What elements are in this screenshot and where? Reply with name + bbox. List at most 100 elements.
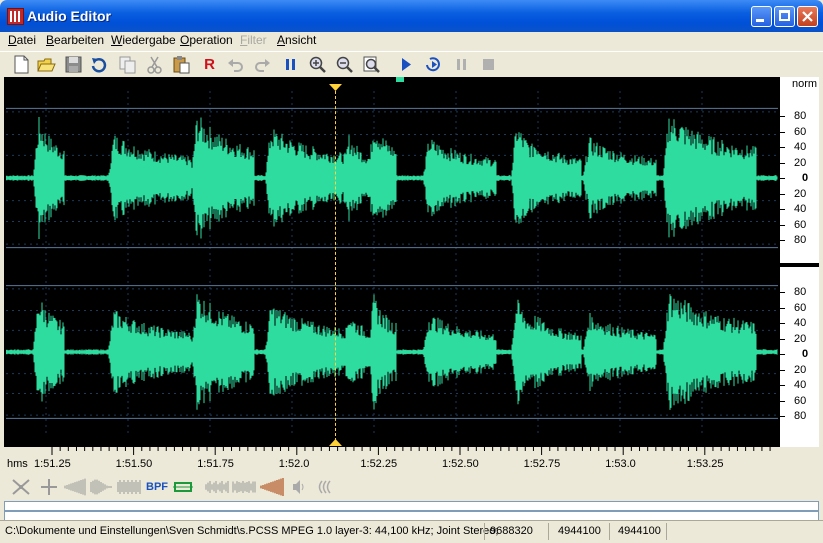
overview-strip bbox=[4, 77, 780, 83]
fade-in-icon[interactable] bbox=[64, 477, 86, 497]
effects-toolbar: BPF bbox=[0, 475, 823, 499]
scale-tick-mark bbox=[780, 323, 785, 324]
scale-unit-label: norm bbox=[792, 78, 818, 90]
zoom-in-icon[interactable] bbox=[308, 55, 327, 74]
left-scale-label: 60 bbox=[794, 218, 807, 231]
right-scale-label: 40 bbox=[794, 379, 807, 391]
channel-right[interactable] bbox=[5, 269, 778, 435]
crossfade-icon[interactable] bbox=[10, 477, 32, 497]
menu-wiedergabe[interactable]: Wiedergabe bbox=[111, 33, 176, 47]
stereo-expand-icon[interactable] bbox=[314, 477, 336, 497]
cut-icon[interactable] bbox=[145, 55, 164, 74]
status-separator bbox=[609, 523, 610, 540]
left-scale-label: 20 bbox=[794, 156, 807, 169]
amplitude-scale-right: 80 60 40 20 0 20 40 60 80 bbox=[780, 267, 819, 447]
left-scale-label: 80 bbox=[794, 110, 807, 122]
cursor-marker-bottom[interactable] bbox=[329, 439, 343, 447]
trim-selection-icon[interactable] bbox=[172, 477, 194, 497]
pause-icon[interactable] bbox=[281, 55, 300, 74]
zoom-fit-icon[interactable] bbox=[362, 55, 381, 74]
channel-left[interactable] bbox=[5, 91, 778, 265]
scale-tick-mark bbox=[780, 369, 785, 371]
menu-filter[interactable]: Filter bbox=[240, 33, 267, 47]
save-disk-icon[interactable] bbox=[64, 55, 83, 74]
amplitude-scale-left: norm 80 60 40 20 0 20 40 60 80 bbox=[780, 77, 819, 263]
pause-disabled-icon[interactable] bbox=[452, 55, 471, 74]
app-icon[interactable] bbox=[7, 8, 24, 25]
window-title: Audio Editor bbox=[27, 8, 111, 24]
right-scale-label: 0 bbox=[802, 348, 809, 360]
speaker-effect-icon[interactable] bbox=[290, 477, 308, 497]
new-file-icon[interactable] bbox=[12, 55, 31, 74]
redo-icon[interactable] bbox=[253, 55, 272, 74]
time-label: 1:51.25 bbox=[34, 458, 71, 470]
bandpass-filter-button[interactable]: BPF bbox=[146, 477, 170, 497]
scale-tick-mark bbox=[780, 116, 785, 117]
scale-tick-mark bbox=[780, 162, 785, 164]
status-file-path: C:\Dokumente und Einstellungen\Sven Schm… bbox=[5, 525, 499, 537]
status-bar: C:\Dokumente und Einstellungen\Sven Schm… bbox=[0, 520, 823, 543]
loop-play-icon[interactable] bbox=[424, 55, 443, 74]
undo-icon[interactable] bbox=[226, 55, 245, 74]
menu-datei[interactable]: Datei bbox=[8, 33, 36, 47]
paste-icon[interactable] bbox=[172, 55, 191, 74]
copy-icon[interactable] bbox=[118, 55, 137, 74]
menu-bearbeiten[interactable]: Bearbeiten bbox=[46, 33, 104, 47]
record-icon[interactable]: R bbox=[200, 55, 219, 74]
stop-icon[interactable] bbox=[479, 55, 498, 74]
scale-tick-mark bbox=[780, 354, 785, 355]
left-scale-label: 20 bbox=[794, 187, 807, 200]
playback-cursor[interactable] bbox=[335, 91, 336, 441]
maximize-button[interactable] bbox=[774, 6, 795, 27]
reverb-icon[interactable] bbox=[232, 477, 256, 497]
left-scale-label: 0 bbox=[802, 172, 809, 184]
waveform-left bbox=[5, 91, 778, 265]
right-scale-label: 80 bbox=[794, 286, 807, 298]
scale-tick-mark bbox=[780, 209, 785, 210]
scale-tick-mark bbox=[780, 338, 785, 340]
right-scale-label: 80 bbox=[794, 410, 807, 422]
waveform-path bbox=[5, 117, 778, 239]
split-marker-icon[interactable] bbox=[38, 477, 60, 497]
scale-tick-mark bbox=[780, 385, 785, 386]
reload-icon[interactable] bbox=[90, 55, 109, 74]
right-scale-label: 60 bbox=[794, 394, 807, 407]
time-label: 1:53.0 bbox=[605, 458, 636, 470]
status-position-1: 4944100 bbox=[558, 525, 601, 537]
scale-tick-mark bbox=[780, 400, 785, 402]
scale-tick-mark bbox=[780, 131, 785, 133]
open-folder-icon[interactable] bbox=[37, 55, 56, 74]
progress-bar-1 bbox=[4, 501, 819, 511]
minimize-button[interactable] bbox=[751, 6, 772, 27]
status-sample-count: 9688320 bbox=[490, 525, 533, 537]
status-separator bbox=[548, 523, 549, 540]
menu-operation[interactable]: Operation bbox=[180, 33, 233, 47]
time-label: 1:51.75 bbox=[197, 458, 234, 470]
time-label: 1:52.0 bbox=[278, 458, 310, 470]
time-label: 1:52.25 bbox=[360, 458, 398, 470]
overview-marker[interactable] bbox=[396, 77, 404, 82]
time-label: 1:51.50 bbox=[115, 458, 153, 470]
right-scale-label: 40 bbox=[794, 317, 807, 329]
time-ruler[interactable]: hms 1:51.25 1:51.50 1:51.75 1:52.0 1:52.25 1:… bbox=[4, 447, 819, 472]
waveform-path bbox=[5, 294, 778, 410]
close-icon bbox=[802, 11, 813, 22]
zoom-out-icon[interactable] bbox=[335, 55, 354, 74]
toolbar: R bbox=[0, 51, 823, 77]
scale-tick-mark bbox=[780, 240, 785, 241]
time-unit-label: hms bbox=[7, 458, 28, 470]
play-icon[interactable] bbox=[396, 55, 415, 74]
scale-tick-mark bbox=[780, 292, 785, 293]
scale-tick-mark bbox=[780, 416, 785, 417]
scale-tick-mark bbox=[780, 147, 785, 148]
waveform-editor[interactable]: norm 80 60 40 20 0 20 40 60 80 80 60 40 20 0 20 40 60 80 bbox=[4, 77, 819, 447]
right-scale-label: 20 bbox=[794, 332, 807, 345]
amplify-icon[interactable] bbox=[260, 477, 284, 497]
echo-icon[interactable] bbox=[205, 477, 229, 497]
menu-ansicht[interactable]: Ansicht bbox=[277, 33, 316, 47]
title-bar: Audio Editor bbox=[0, 0, 823, 32]
status-separator bbox=[484, 523, 485, 540]
normalize-icon[interactable] bbox=[117, 477, 141, 497]
fade-out-icon[interactable] bbox=[90, 477, 112, 497]
close-button[interactable] bbox=[797, 6, 818, 27]
